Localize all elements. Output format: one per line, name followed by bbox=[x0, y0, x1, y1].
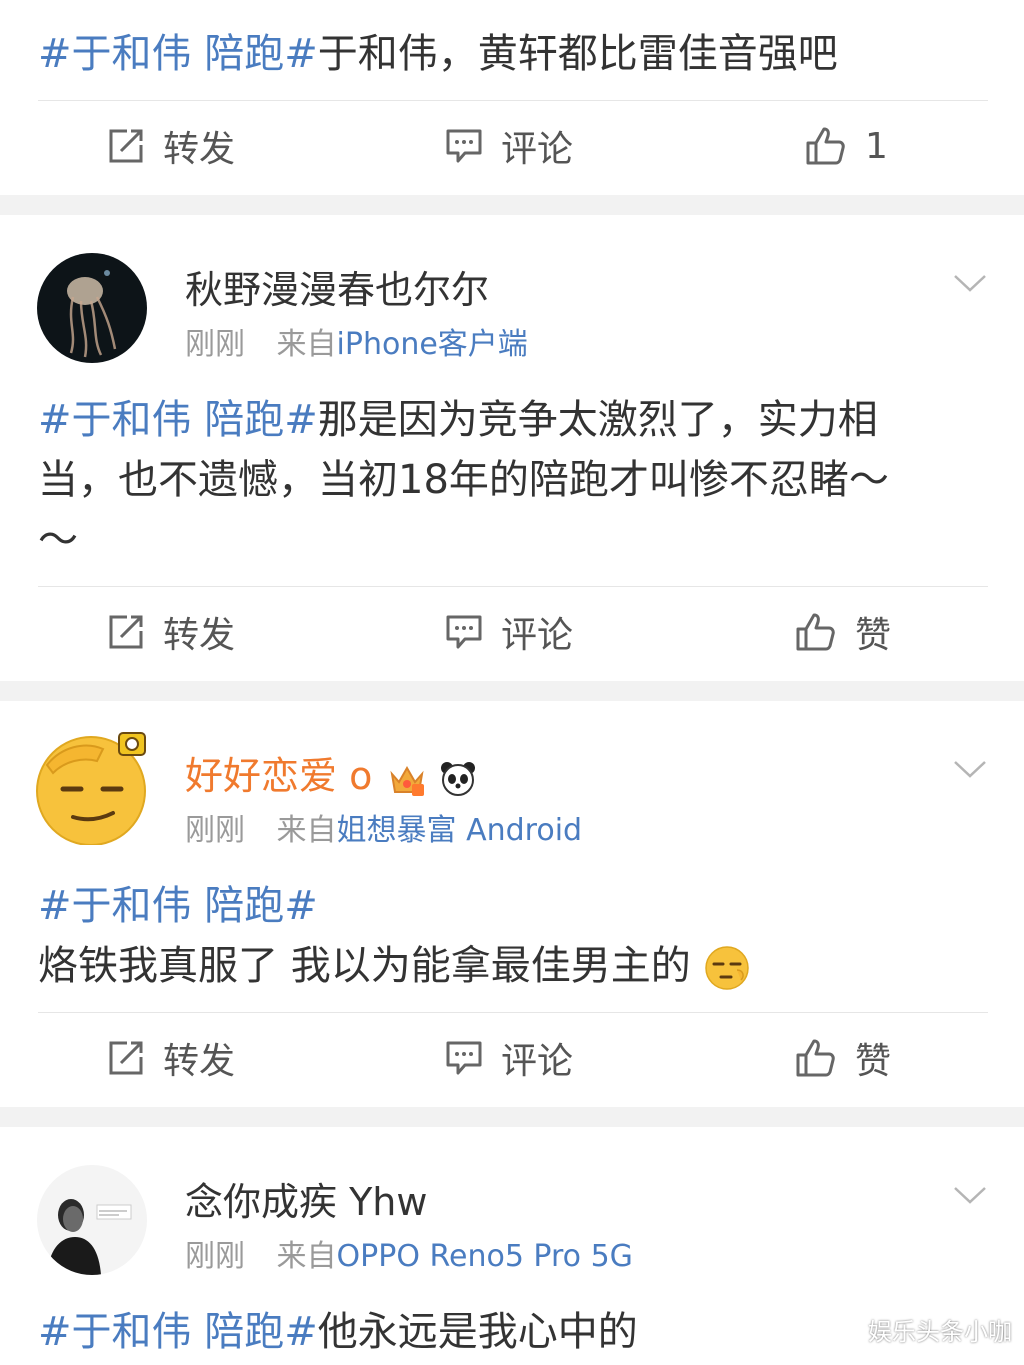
post-line: #于和伟 陪跑# bbox=[38, 876, 978, 936]
avatar[interactable] bbox=[36, 732, 147, 849]
repost-icon bbox=[109, 615, 143, 649]
weibo-post: 好好恋爱 o 刚刚 来自姐想暴富 Android #于和伟 陪跑# 烙铁我真服了… bbox=[0, 701, 1024, 1107]
post-text: 他永远是我心中的 bbox=[317, 1309, 638, 1355]
divider bbox=[38, 1012, 988, 1013]
chevron-down-icon[interactable] bbox=[952, 1183, 988, 1207]
comment-icon bbox=[446, 615, 482, 649]
watermark: 娱乐头条小咖 bbox=[868, 1318, 1012, 1346]
post-line: #于和伟 陪跑#那是因为竞争太激烈了，实力相 bbox=[38, 390, 978, 450]
thumbs-up-icon bbox=[796, 1039, 835, 1077]
repost-button[interactable]: 转发 bbox=[107, 597, 235, 667]
post-content: #于和伟 陪跑#那是因为竞争太激烈了，实力相 当，也不遗憾，当初18年的陪跑才叫… bbox=[38, 390, 978, 570]
thumbs-up-icon bbox=[806, 127, 845, 165]
hashtag-link[interactable]: #于和伟 陪跑# bbox=[38, 883, 318, 929]
comment-icon bbox=[446, 129, 482, 163]
like-label: 赞 bbox=[855, 615, 892, 656]
repost-label: 转发 bbox=[163, 615, 236, 656]
post-source[interactable]: 姐想暴富 Android bbox=[337, 813, 583, 848]
username[interactable]: 好好恋爱 o bbox=[185, 753, 477, 799]
post-time: 刚刚 bbox=[185, 813, 245, 848]
comment-label: 评论 bbox=[501, 129, 574, 170]
post-content: #于和伟 陪跑# 烙铁我真服了 我以为能拿最佳男主的 bbox=[38, 876, 978, 996]
action-bar: 转发 评论 赞 bbox=[0, 1023, 1024, 1093]
hashtag-link[interactable]: #于和伟 陪跑# bbox=[38, 397, 318, 443]
action-bar: 转发 评论 1 bbox=[0, 111, 1024, 181]
avatar[interactable] bbox=[37, 1165, 147, 1275]
username[interactable]: 秋野漫漫春也尔尔 bbox=[185, 267, 489, 313]
post-source[interactable]: iPhone客户端 bbox=[337, 327, 528, 362]
post-meta: 刚刚 来自OPPO Reno5 Pro 5G bbox=[185, 1239, 633, 1275]
top-post: #于和伟 陪跑#于和伟，黄轩都比雷佳音强吧 转发 评论 1 bbox=[0, 0, 1024, 195]
post-content: #于和伟 陪跑#于和伟，黄轩都比雷佳音强吧 bbox=[38, 24, 978, 84]
smirk-emoji-icon bbox=[705, 946, 750, 990]
chevron-down-icon[interactable] bbox=[952, 757, 988, 781]
salute-emoji-avatar-image bbox=[36, 732, 146, 845]
post-time: 刚刚 bbox=[185, 1239, 245, 1274]
post-meta: 刚刚 来自iPhone客户端 bbox=[185, 327, 528, 363]
post-separator bbox=[0, 681, 1024, 701]
repost-label: 转发 bbox=[163, 129, 236, 170]
repost-icon bbox=[109, 129, 143, 163]
post-line: 烙铁我真服了 我以为能拿最佳男主的 bbox=[38, 936, 978, 996]
post-text: 烙铁我真服了 我以为能拿最佳男主的 bbox=[38, 943, 691, 989]
repost-label: 转发 bbox=[163, 1041, 236, 1082]
comment-label: 评论 bbox=[501, 615, 574, 656]
post-separator bbox=[0, 195, 1024, 215]
chevron-down-icon[interactable] bbox=[952, 271, 988, 295]
like-button[interactable]: 赞 bbox=[795, 1023, 891, 1093]
repost-button[interactable]: 转发 bbox=[107, 111, 235, 181]
like-label: 赞 bbox=[855, 1041, 892, 1082]
comment-label: 评论 bbox=[501, 1041, 574, 1082]
panda-badge-icon[interactable] bbox=[439, 760, 477, 798]
comment-button[interactable]: 评论 bbox=[445, 111, 573, 181]
post-line: 当，也不遗憾，当初18年的陪跑才叫惨不忍睹～ bbox=[38, 457, 889, 503]
post-separator bbox=[0, 1107, 1024, 1127]
post-time: 刚刚 bbox=[185, 327, 245, 362]
post-line: ～ bbox=[38, 517, 78, 563]
post-content: #于和伟 陪跑#他永远是我心中的 bbox=[38, 1302, 978, 1362]
source-label: 来自 bbox=[276, 813, 337, 848]
like-button[interactable]: 赞 bbox=[795, 597, 891, 667]
thumbs-up-icon bbox=[796, 613, 835, 651]
post-source[interactable]: OPPO Reno5 Pro 5G bbox=[337, 1239, 633, 1274]
post-meta: 刚刚 来自姐想暴富 Android bbox=[185, 813, 582, 849]
repost-button[interactable]: 转发 bbox=[107, 1023, 235, 1093]
divider bbox=[38, 100, 988, 101]
repost-icon bbox=[109, 1041, 143, 1075]
divider bbox=[38, 586, 988, 587]
hashtag-link[interactable]: #于和伟 陪跑# bbox=[38, 1309, 318, 1355]
avatar[interactable] bbox=[37, 253, 147, 363]
jellyfish-avatar-image bbox=[37, 253, 147, 363]
post-text: 于和伟，黄轩都比雷佳音强吧 bbox=[317, 31, 838, 77]
username-text: 好好恋爱 o bbox=[185, 754, 373, 798]
like-count: 1 bbox=[865, 125, 888, 167]
hashtag-link[interactable]: #于和伟 陪跑# bbox=[38, 31, 318, 77]
like-button[interactable]: 1 bbox=[805, 111, 888, 181]
weibo-post: 秋野漫漫春也尔尔 刚刚 来自iPhone客户端 #于和伟 陪跑#那是因为竞争太激… bbox=[0, 215, 1024, 681]
crown-badge-icon[interactable] bbox=[388, 760, 426, 798]
comment-icon bbox=[446, 1041, 482, 1075]
comment-button[interactable]: 评论 bbox=[445, 1023, 573, 1093]
source-label: 来自 bbox=[276, 1239, 337, 1274]
comment-button[interactable]: 评论 bbox=[445, 597, 573, 667]
action-bar: 转发 评论 赞 bbox=[0, 597, 1024, 667]
source-label: 来自 bbox=[276, 327, 337, 362]
post-text: 那是因为竞争太激烈了，实力相 bbox=[317, 397, 878, 443]
man-portrait-avatar-image bbox=[37, 1165, 147, 1275]
username[interactable]: 念你成疾 Yhw bbox=[185, 1179, 427, 1225]
